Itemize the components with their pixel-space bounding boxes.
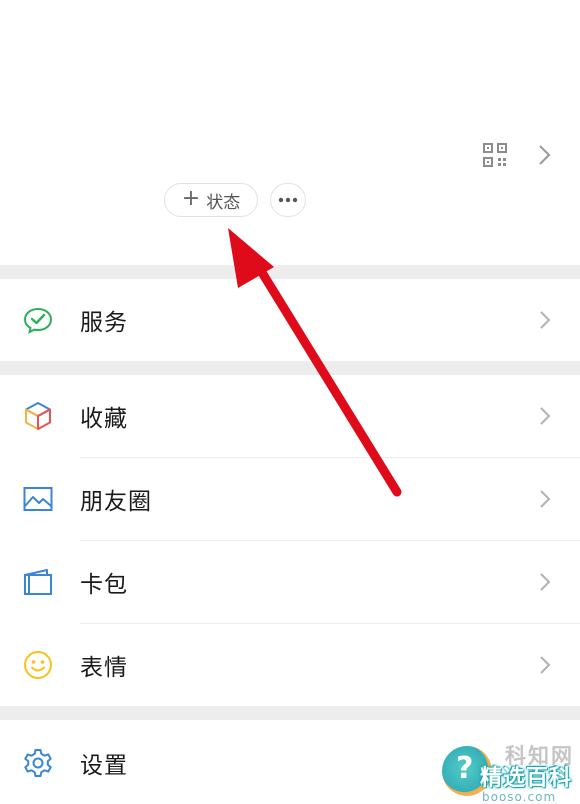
card-wallet-icon [24,569,52,595]
chevron-right-icon [540,490,551,508]
favorites-cube-icon [25,402,51,430]
add-status-button[interactable]: + 状态 [164,183,258,217]
menu-item-card-wallet[interactable]: 卡包 [0,541,580,623]
section-gap [0,361,580,375]
chevron-right-icon[interactable] [536,143,552,167]
plus-icon: + [181,186,201,211]
chevron-right-icon [540,656,551,674]
watermark-url: booso.com [482,790,557,804]
watermark-logo: ? 科知网 精选百科 booso.com [420,740,580,804]
menu-item-label: 服务 [80,310,128,336]
wechat-pay-icon [23,307,53,334]
settings-gear-icon [24,749,52,777]
status-label: 状态 [206,192,241,213]
menu-item-moments[interactable]: 朋友圈 [0,458,580,540]
section-gap [0,706,580,720]
smiley-icon [24,651,52,679]
menu-item-label: 表情 [80,655,128,681]
qr-code-icon[interactable] [483,143,507,167]
section-gap [0,265,580,279]
more-dots-icon [278,197,298,203]
menu-item-services[interactable]: 服务 [0,279,580,361]
chevron-right-icon [540,573,551,591]
menu-item-label: 设置 [80,753,128,779]
profile-header: + 状态 [0,0,580,265]
more-button[interactable] [270,183,306,217]
moments-picture-icon [23,487,53,511]
question-icon: ? [456,751,474,786]
menu-item-stickers[interactable]: 表情 [0,624,580,706]
chevron-right-icon [540,407,551,425]
watermark-main-text: 精选百科 [480,766,573,791]
menu-item-label: 卡包 [80,572,128,598]
menu-item-label: 收藏 [80,406,128,432]
menu-item-favorites[interactable]: 收藏 [0,375,580,457]
chevron-right-icon [540,311,551,329]
menu-item-label: 朋友圈 [80,489,152,515]
